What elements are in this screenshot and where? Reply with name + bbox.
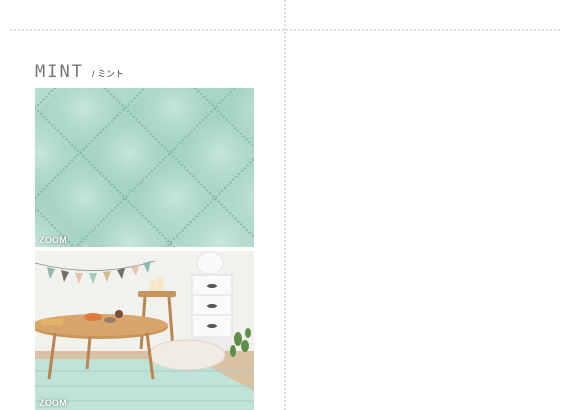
zoom-label[interactable]: ZOOM [39,235,67,245]
room-scene-graphic [35,251,254,410]
mint-fabric-closeup-image[interactable]: ZOOM [35,88,254,247]
mint-rug-room-image[interactable]: ZOOM [35,251,254,410]
zoom-label[interactable]: ZOOM [39,398,67,408]
column-divider [284,0,286,410]
quilted-fabric-graphic [35,88,254,247]
color-name-jp: / ミント [91,69,124,79]
color-name: MINT [35,62,84,82]
color-heading: MINT / ミント [35,62,124,82]
